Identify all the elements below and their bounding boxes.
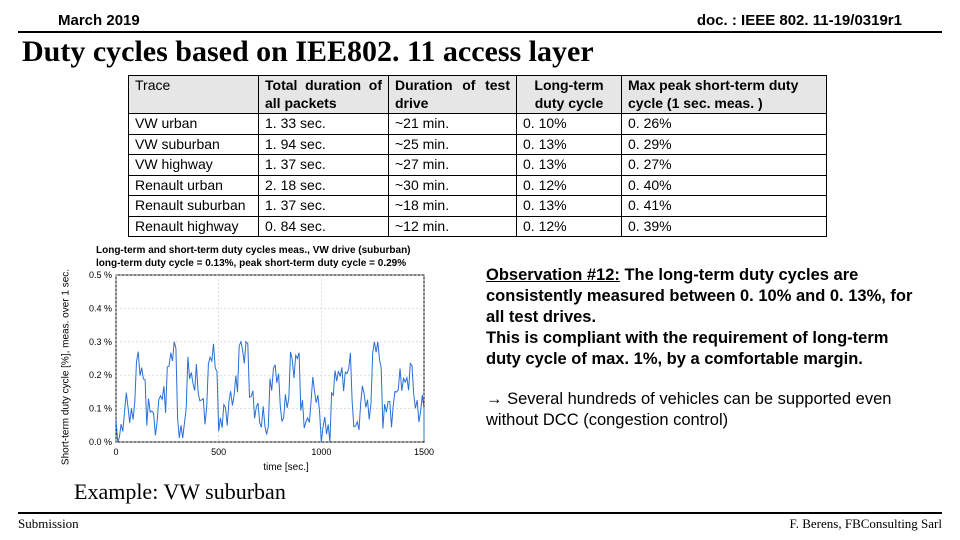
th-lt: Long-term duty cycle [517,76,622,114]
observation-label: Observation #12: [486,266,620,284]
table-row: VW highway 1. 37 sec. ~27 min. 0. 13% 0.… [129,155,827,176]
footer-bar: Submission F. Berens, FBConsulting Sarl [18,516,942,532]
duty-cycle-chart: 0.5 % 0.4 % 0.3 % 0.2 % 0.1 % 0.0 %0 500 1000 15… [74,269,434,464]
table-row: Renault highway 0. 84 sec. ~12 min. 0. 1… [129,216,827,237]
chart-subtitle: long-term duty cycle = 0.13%, peak short… [96,258,476,269]
date-label: March 2019 [58,12,140,29]
svg-text:0.2 %: 0.2 % [89,370,112,380]
svg-text:0.5 %: 0.5 % [89,270,112,280]
svg-text:0.3 %: 0.3 % [89,337,112,347]
page-title: Duty cycles based on IEE802. 11 access l… [18,35,942,69]
table-row: Renault urban 2. 18 sec. ~30 min. 0. 12%… [129,175,827,196]
svg-text:0: 0 [113,447,118,457]
footer-right: F. Berens, FBConsulting Sarl [790,516,942,532]
th-total: Total duration of all packets [259,76,389,114]
svg-text:0.4 %: 0.4 % [89,303,112,313]
observation-text-2: This is compliant with the requirement o… [486,328,924,370]
svg-text:1500: 1500 [414,447,434,457]
th-trace: Trace [129,76,259,114]
bottom-rule [18,512,942,514]
top-rule [18,31,942,33]
table-row: VW urban 1. 33 sec. ~21 min. 0. 10% 0. 2… [129,114,827,135]
chart-supertitle: Long-term and short-term duty cycles mea… [96,245,476,256]
svg-text:0.1 %: 0.1 % [89,404,112,414]
observation-conclusion: Several hundreds of vehicles can be supp… [486,390,891,429]
table-row: VW suburban 1. 94 sec. ~25 min. 0. 13% 0… [129,134,827,155]
table-row: Renault suburban 1. 37 sec. ~18 min. 0. … [129,196,827,217]
chart-block: Long-term and short-term duty cycles mea… [18,243,476,505]
doc-number: doc. : IEEE 802. 11-19/0319r1 [697,12,902,29]
chart-caption: Example: VW suburban [74,479,476,505]
observation-block: Observation #12: The long-term duty cycl… [476,243,942,431]
svg-text:500: 500 [211,447,226,457]
th-peak: Max peak short-term duty cycle (1 sec. m… [622,76,827,114]
svg-text:1000: 1000 [311,447,331,457]
svg-text:0.0 %: 0.0 % [89,437,112,447]
duty-cycle-table: Trace Total duration of all packets Dura… [128,75,827,237]
footer-left: Submission [18,516,79,532]
arrow-icon: → [486,390,503,408]
table-header-row: Trace Total duration of all packets Dura… [129,76,827,114]
header-bar: March 2019 doc. : IEEE 802. 11-19/0319r1 [18,12,942,31]
chart-ylabel: Short-term duty cycle [%], meas. over 1 … [61,268,72,464]
th-drive: Duration of test drive [389,76,517,114]
